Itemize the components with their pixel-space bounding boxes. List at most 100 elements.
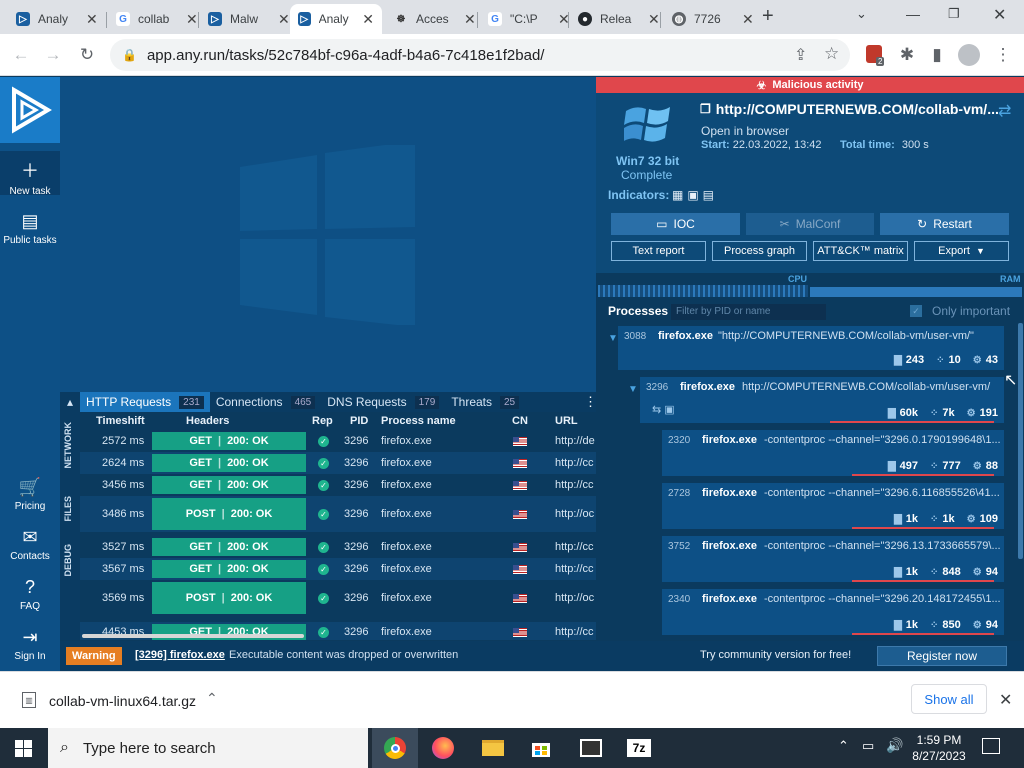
process-item[interactable]: 2320 firefox.exe -contentproc --channel="3… xyxy=(662,430,1004,476)
register-now-button[interactable]: Register now xyxy=(877,646,1007,666)
process-item[interactable]: 2340 firefox.exe -contentproc --channel="3… xyxy=(662,589,1004,635)
close-window-icon[interactable]: ✕ xyxy=(993,5,1006,25)
browser-tab[interactable]: ◍ 7726 ✕ xyxy=(664,4,762,34)
attck-matrix-button[interactable]: ATT&CK™ matrix xyxy=(813,241,908,261)
new-tab-icon[interactable]: + xyxy=(762,5,774,28)
tab-dns-requests[interactable]: DNS Requests 179 xyxy=(321,392,445,412)
sign-in-button[interactable]: ⇥ Sign In xyxy=(0,627,60,662)
omnibox[interactable]: 🔒 app.any.run/tasks/52c784bf-c96a-4adf-b… xyxy=(110,39,850,71)
store-taskbar-icon[interactable] xyxy=(518,728,564,768)
process-item[interactable]: 2728 firefox.exe -contentproc --channel="3… xyxy=(662,483,1004,529)
firefox-taskbar-icon[interactable] xyxy=(420,728,466,768)
vm-screen[interactable] xyxy=(60,77,596,393)
ioc-button[interactable]: ▭ IOC xyxy=(611,213,740,235)
browser-tab-active[interactable]: ▷ Analy ✕ xyxy=(290,4,382,34)
process-item[interactable]: 3088 firefox.exe "http://COMPUTERNEWB.COM/… xyxy=(618,326,1004,370)
table-row[interactable]: 3567 ms GET | 200: OK ✓ 3296 firefox.exe http:/… xyxy=(80,558,596,580)
table-row[interactable]: 2624 ms GET | 200: OK ✓ 3296 firefox.exe http:/… xyxy=(80,452,596,474)
row-url: http://cc xyxy=(555,563,594,575)
process-scrollbar[interactable] xyxy=(1018,323,1023,559)
volume-icon[interactable]: 🔊 xyxy=(886,737,903,754)
browser-tab[interactable]: G collab ✕ xyxy=(108,4,206,34)
show-all-button[interactable]: Show all xyxy=(911,684,987,714)
tab-connections[interactable]: Connections 465 xyxy=(210,392,321,412)
malconf-button[interactable]: ✂ MalConf xyxy=(746,213,874,235)
side-tab-debug[interactable]: DEBUG xyxy=(63,544,73,577)
tab-http-requests[interactable]: HTTP Requests 231 xyxy=(80,392,210,412)
chevron-up-icon[interactable]: ⌃ xyxy=(206,690,218,707)
profile-avatar[interactable] xyxy=(958,44,980,66)
close-tab-icon[interactable]: ✕ xyxy=(464,11,476,28)
community-text: Try community version for free! xyxy=(700,649,852,661)
tab-threats[interactable]: Threats 25 xyxy=(445,392,525,412)
process-indicator-icons[interactable]: ⇆ ▣ xyxy=(652,403,675,416)
side-tab-network[interactable]: NETWORK xyxy=(63,422,73,469)
close-tab-icon[interactable]: ✕ xyxy=(362,11,374,28)
close-tab-icon[interactable]: ✕ xyxy=(742,11,754,28)
table-row[interactable]: 3456 ms GET | 200: OK ✓ 3296 firefox.exe http:/… xyxy=(80,474,596,496)
app-taskbar-icon[interactable] xyxy=(568,728,614,768)
anyrun-logo[interactable] xyxy=(0,77,60,143)
text-report-button[interactable]: Text report xyxy=(611,241,706,261)
public-tasks-button[interactable]: ▤ Public tasks xyxy=(0,211,60,246)
browser-tab[interactable]: G "C:\P ✕ xyxy=(480,4,578,34)
pricing-button[interactable]: 🛒 Pricing xyxy=(0,477,60,512)
table-row[interactable]: 3527 ms GET | 200: OK ✓ 3296 firefox.exe http:/… xyxy=(80,536,596,558)
warning-process-link[interactable]: [3296] firefox.exe xyxy=(135,649,225,661)
contacts-button[interactable]: ✉ Contacts xyxy=(0,527,60,562)
only-important-checkbox[interactable]: ✓ xyxy=(910,305,922,317)
pill-divider: | xyxy=(221,508,225,520)
process-item[interactable]: 3296 firefox.exe http://COMPUTERNEWB.COM/c… xyxy=(640,377,1004,423)
browser-tab[interactable]: ☸ Acces ✕ xyxy=(386,4,484,34)
horizontal-scrollbar[interactable] xyxy=(82,634,304,638)
indicator-icons[interactable]: ▦▣▤ xyxy=(672,188,718,202)
process-item[interactable]: 3752 firefox.exe -contentproc --channel="3… xyxy=(662,536,1004,582)
clock[interactable]: 1:59 PM 8/27/2023 xyxy=(908,732,970,764)
process-graph-button[interactable]: Process graph xyxy=(712,241,807,261)
close-tab-icon[interactable]: ✕ xyxy=(648,11,660,28)
task-url[interactable]: ❐ http://COMPUTERNEWB.COM/collab-vm/... xyxy=(700,101,999,117)
share-icon[interactable]: ⇄ xyxy=(998,101,1011,121)
browser-tab[interactable]: ▷ Analy ✕ xyxy=(8,4,106,34)
restore-icon[interactable]: ❐ xyxy=(948,6,960,22)
browser-tab[interactable]: ● Relea ✕ xyxy=(570,4,668,34)
start-windows-icon[interactable] xyxy=(0,728,46,768)
expand-icon[interactable]: ▼ xyxy=(608,333,618,344)
close-download-bar-icon[interactable]: ✕ xyxy=(999,690,1012,710)
collapse-chevron-icon[interactable]: ▴ xyxy=(60,392,80,412)
close-tab-icon[interactable]: ✕ xyxy=(186,11,198,28)
close-tab-icon[interactable]: ✕ xyxy=(86,11,98,28)
7zip-taskbar-icon[interactable]: 7z xyxy=(616,728,662,768)
bookmark-star-icon[interactable]: ☆ xyxy=(824,44,839,64)
expand-icon[interactable]: ▼ xyxy=(628,384,638,395)
table-row[interactable]: 2572 ms GET | 200: OK ✓ 3296 firefox.exe http:/… xyxy=(80,430,596,452)
restart-button[interactable]: ↻ Restart xyxy=(880,213,1009,235)
tray-chevron-icon[interactable]: ⌃ xyxy=(838,738,849,754)
extensions-puzzle-icon[interactable]: ✱ xyxy=(894,42,920,68)
faq-button[interactable]: ? FAQ xyxy=(0,577,60,612)
notifications-icon[interactable] xyxy=(982,738,1000,754)
new-task-button[interactable]: ＋ New task xyxy=(0,151,60,197)
side-panel-icon[interactable]: ▮ xyxy=(924,42,950,68)
reload-icon[interactable]: ↻ xyxy=(74,42,100,68)
table-row[interactable]: 3486 ms POST | 200: OK ✓ 3296 firefox.exe http:… xyxy=(80,496,596,532)
back-icon[interactable]: ← xyxy=(8,42,34,68)
close-tab-icon[interactable]: ✕ xyxy=(278,11,290,28)
minimize-icon[interactable]: — xyxy=(906,6,920,22)
network-icon[interactable]: ▭ xyxy=(862,738,874,754)
chevron-down-icon[interactable]: ⌄ xyxy=(856,6,867,22)
file-explorer-taskbar-icon[interactable] xyxy=(470,728,516,768)
side-tab-files[interactable]: FILES xyxy=(63,496,73,522)
share-icon[interactable]: ⇪ xyxy=(794,45,807,65)
process-filter-input[interactable]: Filter by PID or name xyxy=(671,304,826,320)
forward-icon[interactable]: → xyxy=(40,42,66,68)
registry-icon: ⁘ xyxy=(930,460,939,472)
taskbar-search-box[interactable]: ⌕ Type here to search xyxy=(48,728,368,768)
copy-icon[interactable]: ❐ xyxy=(700,102,711,116)
export-button[interactable]: Export ▼ xyxy=(914,241,1009,261)
table-row[interactable]: 3569 ms POST | 200: OK ✓ 3296 firefox.exe http:… xyxy=(80,580,596,616)
menu-kebab-icon[interactable]: ⋮ xyxy=(990,42,1016,68)
browser-tab[interactable]: ▷ Malw ✕ xyxy=(200,4,298,34)
chrome-taskbar-icon[interactable] xyxy=(372,728,418,768)
download-filename[interactable]: collab-vm-linux64.tar.gz xyxy=(49,693,196,709)
